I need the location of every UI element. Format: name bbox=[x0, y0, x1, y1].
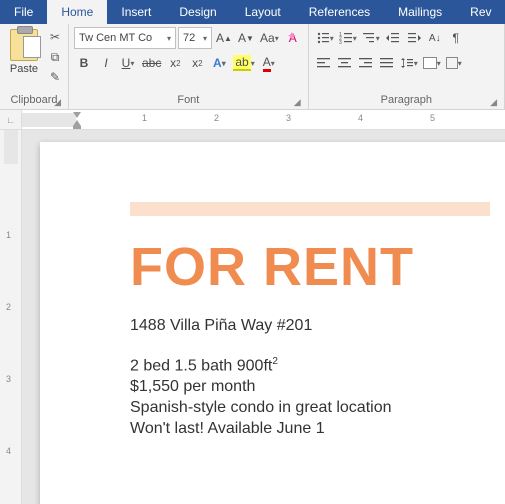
multilevel-list-button[interactable]: ▾ bbox=[360, 27, 382, 49]
underline-button[interactable]: U▾ bbox=[118, 52, 138, 74]
decrease-indent-button[interactable] bbox=[383, 27, 403, 49]
ribbon: Paste ✂ ⧉ ✎ Clipboard◢ Tw Cen MT Co▾ 72▾… bbox=[0, 24, 505, 110]
change-case-button[interactable]: Aa▾ bbox=[258, 27, 281, 49]
align-right-button[interactable] bbox=[356, 52, 376, 74]
tab-home[interactable]: Home bbox=[47, 0, 107, 24]
tab-selector[interactable]: ∟ bbox=[0, 110, 22, 129]
tab-file[interactable]: File bbox=[0, 0, 47, 24]
document-canvas[interactable]: FOR RENT 1488 Villa Piña Way #201 2 bed … bbox=[22, 130, 505, 504]
menu-bar: File Home Insert Design Layout Reference… bbox=[0, 0, 505, 24]
group-paragraph: ▾ 123▾ ▾ A↓ ¶ ▾ ▾ ▾ Paragraph ◢ bbox=[309, 24, 505, 109]
decorative-bar bbox=[130, 202, 490, 216]
chevron-down-icon: ▾ bbox=[167, 34, 171, 43]
numbering-button[interactable]: 123▾ bbox=[337, 27, 359, 49]
group-clipboard: Paste ✂ ⧉ ✎ Clipboard◢ bbox=[0, 24, 69, 109]
tab-layout[interactable]: Layout bbox=[231, 0, 295, 24]
paste-button[interactable]: Paste bbox=[5, 27, 43, 93]
price-line[interactable]: $1,550 per month bbox=[130, 377, 505, 398]
borders-button[interactable]: ▾ bbox=[444, 52, 464, 74]
bold-button[interactable]: B bbox=[74, 52, 94, 74]
paragraph-dialog-icon[interactable]: ◢ bbox=[490, 95, 497, 109]
font-size-value: 72 bbox=[183, 32, 195, 44]
chevron-down-icon: ▾ bbox=[203, 34, 207, 43]
ruler-bar: ∟ 1 2 3 4 5 bbox=[0, 110, 505, 130]
font-group-label: Font bbox=[177, 94, 199, 106]
clear-formatting-button[interactable]: A✦ bbox=[283, 27, 303, 49]
horizontal-ruler[interactable]: 1 2 3 4 5 bbox=[22, 110, 505, 129]
align-left-button[interactable] bbox=[314, 52, 334, 74]
grow-font-button[interactable]: A▲ bbox=[214, 27, 234, 49]
group-font: Tw Cen MT Co ▾ 72 ▾ A▲ A▼ Aa▾ A✦ B I U▾ ab… bbox=[69, 24, 309, 109]
bullets-button[interactable]: ▾ bbox=[314, 27, 336, 49]
increase-indent-button[interactable] bbox=[404, 27, 424, 49]
font-family-value: Tw Cen MT Co bbox=[79, 32, 152, 44]
vertical-ruler[interactable]: 1 2 3 4 bbox=[0, 130, 22, 504]
tab-review[interactable]: Rev bbox=[456, 0, 505, 24]
headline-text[interactable]: FOR RENT bbox=[130, 240, 505, 294]
style-line[interactable]: Spanish-style condo in great location bbox=[130, 398, 505, 419]
line-spacing-button[interactable]: ▾ bbox=[398, 52, 420, 74]
justify-button[interactable] bbox=[377, 52, 397, 74]
clipboard-icon bbox=[10, 29, 38, 61]
address-line[interactable]: 1488 Villa Piña Way #201 bbox=[130, 316, 505, 337]
font-family-select[interactable]: Tw Cen MT Co ▾ bbox=[74, 27, 176, 49]
copy-button[interactable]: ⧉ bbox=[47, 50, 63, 66]
beds-line[interactable]: 2 bed 1.5 bath 900ft2 bbox=[130, 355, 505, 377]
tab-mailings[interactable]: Mailings bbox=[384, 0, 456, 24]
font-size-select[interactable]: 72 ▾ bbox=[178, 27, 212, 49]
italic-button[interactable]: I bbox=[96, 52, 116, 74]
body-text[interactable]: 1488 Villa Piña Way #201 2 bed 1.5 bath … bbox=[130, 316, 505, 439]
shrink-font-button[interactable]: A▼ bbox=[236, 27, 256, 49]
subscript-button[interactable]: x2 bbox=[165, 52, 185, 74]
clipboard-dialog-icon[interactable]: ◢ bbox=[54, 95, 61, 109]
sort-button[interactable]: A↓ bbox=[425, 27, 445, 49]
strikethrough-button[interactable]: abc bbox=[140, 52, 163, 74]
svg-text:3: 3 bbox=[339, 40, 342, 45]
highlight-button[interactable]: ab▾ bbox=[231, 52, 256, 74]
clipboard-group-label: Clipboard bbox=[10, 94, 57, 106]
superscript-button[interactable]: x2 bbox=[187, 52, 207, 74]
text-effects-button[interactable]: A▾ bbox=[209, 52, 229, 74]
paste-label: Paste bbox=[10, 63, 38, 75]
format-painter-button[interactable]: ✎ bbox=[47, 70, 63, 86]
tab-insert[interactable]: Insert bbox=[107, 0, 165, 24]
align-center-button[interactable] bbox=[335, 52, 355, 74]
font-dialog-icon[interactable]: ◢ bbox=[294, 95, 301, 109]
avail-line[interactable]: Won't last! Available June 1 bbox=[130, 419, 505, 440]
document-area: 1 2 3 4 FOR RENT 1488 Villa Piña Way #20… bbox=[0, 130, 505, 504]
show-marks-button[interactable]: ¶ bbox=[446, 27, 466, 49]
cut-button[interactable]: ✂ bbox=[47, 30, 63, 46]
tab-references[interactable]: References bbox=[295, 0, 384, 24]
shading-button[interactable]: ▾ bbox=[421, 52, 443, 74]
page[interactable]: FOR RENT 1488 Villa Piña Way #201 2 bed … bbox=[40, 142, 505, 504]
tab-design[interactable]: Design bbox=[165, 0, 230, 24]
paragraph-group-label: Paragraph bbox=[381, 94, 432, 106]
font-color-button[interactable]: A▾ bbox=[259, 52, 279, 74]
